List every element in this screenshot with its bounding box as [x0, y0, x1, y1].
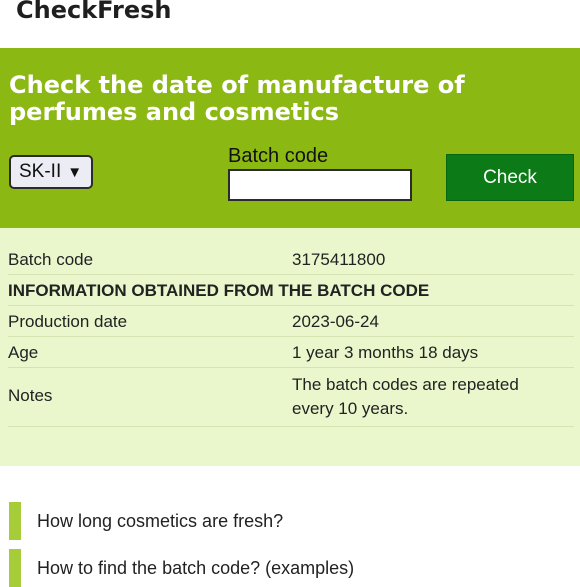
caret-down-icon: ▼ — [67, 163, 83, 181]
accent-bar — [9, 549, 21, 587]
brand-select-value: SK-II — [19, 161, 62, 182]
table-row: Batch code 3175411800 — [8, 228, 574, 275]
link-freshness[interactable]: How long cosmetics are fresh? — [9, 502, 569, 540]
batch-code-label: Batch code — [228, 145, 329, 167]
notes-value: The batch codes are repeated every 10 ye… — [292, 375, 519, 418]
help-links: How long cosmetics are fresh? How to fin… — [0, 466, 580, 587]
table-section-header: INFORMATION OBTAINED FROM THE BATCH CODE — [8, 275, 574, 306]
notes-label: Notes — [8, 386, 53, 405]
search-panel: Check the date of manufacture of perfume… — [0, 48, 580, 228]
check-button[interactable]: Check — [446, 154, 574, 201]
brand-select[interactable]: SK-II ▼ — [9, 155, 93, 189]
production-date-label: Production date — [8, 312, 128, 331]
results-table: Batch code 3175411800 INFORMATION OBTAIN… — [0, 228, 580, 466]
batch-code-result-label: Batch code — [8, 250, 94, 269]
link-label: How long cosmetics are fresh? — [37, 511, 284, 531]
table-row: Age 1 year 3 months 18 days — [8, 337, 574, 368]
link-find-batch-code[interactable]: How to find the batch code? (examples) — [9, 549, 569, 587]
table-row: Production date 2023-06-24 — [8, 306, 574, 337]
app-logo-text[interactable]: CheckFresh — [16, 0, 172, 24]
production-date-value: 2023-06-24 — [292, 312, 379, 331]
accent-bar — [9, 502, 21, 540]
page-title: Check the date of manufacture of perfume… — [9, 71, 465, 126]
batch-code-result-value: 3175411800 — [292, 250, 386, 269]
batch-code-input[interactable] — [228, 169, 412, 201]
age-label: Age — [8, 343, 39, 362]
link-label: How to find the batch code? (examples) — [37, 558, 355, 578]
age-value: 1 year 3 months 18 days — [292, 343, 479, 362]
app-header: CheckFresh — [0, 0, 580, 48]
table-row: Notes The batch codes are repeated every… — [8, 368, 574, 427]
section-header-text: INFORMATION OBTAINED FROM THE BATCH CODE — [8, 281, 430, 300]
